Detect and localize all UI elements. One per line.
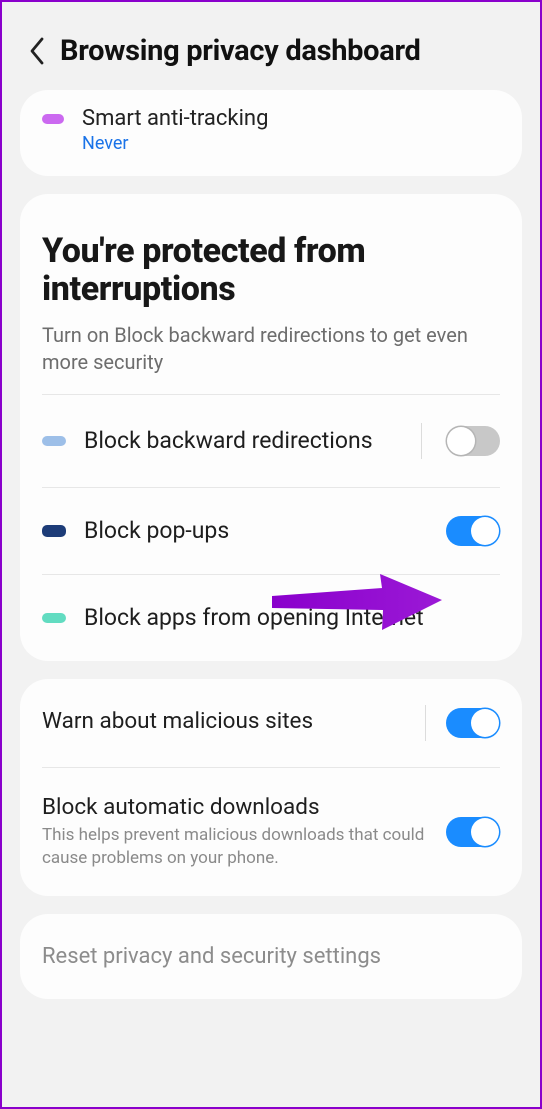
row-block-backward-redirections[interactable]: Block backward redirections: [20, 395, 522, 487]
status-dot-icon: [42, 613, 66, 623]
block-automatic-downloads-label: Block automatic downloads: [42, 794, 432, 820]
interruptions-title: You're protected from interruptions: [42, 232, 500, 308]
status-dot-icon: [42, 436, 66, 446]
card-interruptions: You're protected from interruptions Turn…: [20, 194, 522, 661]
page-title: Browsing privacy dashboard: [60, 34, 421, 68]
toggle-warn-malicious-sites[interactable]: [446, 708, 500, 738]
toggle-block-automatic-downloads[interactable]: [446, 817, 500, 847]
block-popups-label: Block pop-ups: [84, 517, 428, 546]
divider-vertical: [425, 705, 426, 741]
smart-anti-tracking-label: Smart anti-tracking: [82, 106, 268, 131]
divider-vertical: [421, 423, 422, 459]
row-smart-anti-tracking[interactable]: Smart anti-tracking Never: [20, 90, 522, 176]
warn-malicious-sites-label: Warn about malicious sites: [42, 708, 411, 734]
toggle-block-backward-redirections[interactable]: [446, 426, 500, 456]
row-warn-malicious-sites[interactable]: Warn about malicious sites: [20, 679, 522, 767]
reset-privacy-settings-label: Reset privacy and security settings: [42, 944, 500, 969]
card-reset[interactable]: Reset privacy and security settings: [20, 914, 522, 999]
header: Browsing privacy dashboard: [20, 2, 522, 90]
status-dot-icon: [42, 525, 66, 537]
row-block-automatic-downloads[interactable]: Block automatic downloads This helps pre…: [20, 768, 522, 896]
back-icon[interactable]: [28, 36, 46, 66]
card-security: Warn about malicious sites Block automat…: [20, 679, 522, 896]
row-block-apps-opening-internet[interactable]: Block apps from opening Internet: [20, 575, 522, 661]
block-apps-opening-internet-label: Block apps from opening Internet: [84, 604, 500, 633]
toggle-block-popups[interactable]: [446, 516, 500, 546]
smart-anti-tracking-value: Never: [82, 133, 268, 154]
row-block-popups[interactable]: Block pop-ups: [20, 488, 522, 574]
block-automatic-downloads-desc: This helps prevent malicious downloads t…: [42, 824, 432, 870]
tracking-status-icon: [42, 114, 64, 124]
interruptions-subtitle: Turn on Block backward redirections to g…: [42, 322, 500, 376]
block-backward-redirections-label: Block backward redirections: [84, 427, 403, 456]
card-smart-anti-tracking: Smart anti-tracking Never: [20, 90, 522, 176]
